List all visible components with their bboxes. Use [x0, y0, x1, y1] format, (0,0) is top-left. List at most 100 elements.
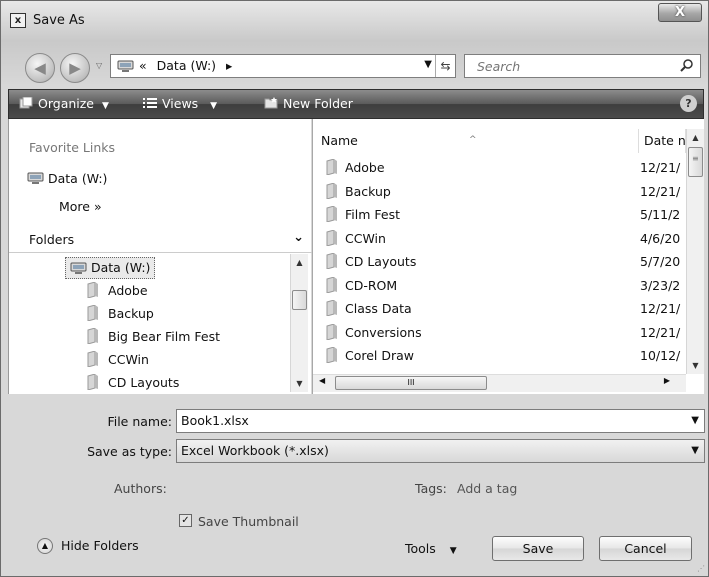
file-name-dropdown-icon[interactable]: ▼ [691, 410, 699, 432]
computer-drive-icon [117, 60, 134, 72]
file-row[interactable]: Backup 12/21/ [313, 180, 686, 203]
folder-icon [87, 305, 98, 321]
tools-menu[interactable]: Tools ▼ [405, 541, 457, 556]
tree-item-label: Backup [108, 306, 154, 321]
scroll-up-icon[interactable]: ▲ [687, 133, 704, 142]
search-input[interactable] [465, 55, 675, 77]
folder-icon [87, 374, 98, 390]
file-name-label: Backup [345, 183, 391, 199]
save-as-type-dropdown-icon[interactable]: ▼ [691, 440, 699, 462]
recent-pages-dropdown-icon[interactable]: ▽ [96, 61, 102, 70]
file-row[interactable]: Adobe 12/21/ [313, 156, 686, 179]
save-thumbnail-checkbox[interactable]: ✓ [179, 514, 192, 527]
search-box[interactable] [464, 54, 701, 78]
file-name-value[interactable]: Book1.xlsx [181, 413, 249, 428]
computer-drive-icon [27, 172, 44, 184]
new-folder-button[interactable]: New Folder [264, 96, 353, 111]
scroll-up-icon[interactable]: ▲ [291, 258, 308, 267]
tree-item-adobe[interactable]: Adobe [86, 280, 148, 302]
scroll-thumb[interactable]: III [335, 376, 487, 390]
file-name-cell[interactable]: CD-ROM [325, 274, 397, 297]
cancel-button[interactable]: Cancel [599, 536, 692, 561]
sort-ascending-icon: ^ [469, 135, 477, 145]
title-bar: x Save As X [1, 1, 708, 41]
file-date-cell: 12/21/ [640, 183, 681, 199]
file-name-cell[interactable]: Corel Draw [325, 344, 414, 367]
file-name-cell[interactable]: Film Fest [325, 203, 400, 226]
scroll-left-icon[interactable]: ◀ [319, 376, 325, 385]
save-thumbnail-label: Save Thumbnail [198, 514, 299, 529]
scroll-thumb[interactable]: ≡ [688, 147, 703, 177]
file-row[interactable]: Corel Draw 10/12/ [313, 344, 686, 367]
tree-item-backup[interactable]: Backup [86, 303, 154, 325]
file-row[interactable]: Film Fest 5/11/2 [313, 203, 686, 226]
tree-item-data-w[interactable]: Data (W:) [65, 257, 156, 279]
folder-tree-scrollbar[interactable]: ▲ ▼ [290, 254, 308, 392]
save-as-dialog-icon: x [10, 13, 26, 28]
close-button[interactable]: X [658, 3, 702, 22]
file-row[interactable]: CCWin 4/6/20 [313, 227, 686, 250]
tags-field[interactable]: Add a tag [457, 481, 517, 496]
save-button[interactable]: Save [492, 536, 584, 561]
address-dropdown-icon[interactable]: ▼ [424, 59, 432, 70]
favorite-link-data-w[interactable]: Data (W:) [27, 171, 107, 186]
file-name-cell[interactable]: Adobe [325, 156, 385, 179]
file-row[interactable]: CD Layouts 5/7/20 [313, 250, 686, 273]
address-location[interactable]: Data (W:) [157, 58, 216, 73]
file-row[interactable]: CD-ROM 3/23/2 [313, 274, 686, 297]
column-header-date-modified[interactable]: Date n [639, 129, 686, 153]
folders-header[interactable]: Folders ⌄ [9, 223, 312, 253]
scroll-down-icon[interactable]: ▼ [291, 379, 308, 388]
scroll-thumb[interactable] [292, 290, 307, 310]
file-name-label: CCWin [345, 230, 386, 246]
file-name-cell[interactable]: CD Layouts [325, 250, 416, 273]
file-name-cell[interactable]: Conversions [325, 321, 422, 344]
address-bar[interactable]: « Data (W:) ▸ ▼ ⇆ [110, 54, 456, 78]
scroll-down-icon[interactable]: ▼ [687, 361, 704, 370]
folders-label: Folders [29, 232, 75, 247]
folder-icon [326, 275, 337, 294]
back-button[interactable]: ◀ [25, 53, 55, 83]
refresh-button[interactable]: ⇆ [435, 55, 455, 77]
tree-item-ccwin[interactable]: CCWin [86, 349, 149, 371]
column-header-name[interactable]: Name ^ [313, 129, 639, 153]
file-date-cell: 12/21/ [640, 160, 681, 175]
file-list-horizontal-scrollbar[interactable]: ◀ III ▶ [313, 374, 686, 392]
address-overflow-chevron[interactable]: « [139, 58, 147, 73]
file-list-scrollbar[interactable]: ▲ ≡ ▼ [686, 129, 704, 374]
file-row[interactable]: Conversions 12/21/ [313, 321, 686, 344]
tags-label: Tags: [415, 481, 447, 496]
views-menu[interactable]: Views ▼ [143, 96, 217, 111]
tree-item-big-bear-film-fest[interactable]: Big Bear Film Fest [86, 326, 220, 348]
forward-button[interactable]: ▶ [60, 53, 90, 83]
file-row[interactable]: Class Data 12/21/ [313, 297, 686, 320]
tools-label: Tools [405, 541, 436, 556]
folder-icon [87, 351, 98, 367]
folder-icon [326, 322, 337, 341]
file-name-cell[interactable]: Backup [325, 180, 391, 203]
help-button[interactable]: ? [680, 95, 697, 112]
folder-icon [326, 158, 337, 176]
file-name-cell[interactable]: CCWin [325, 227, 386, 250]
file-name-cell[interactable]: Class Data [325, 297, 412, 320]
tree-item-label: Adobe [108, 283, 148, 298]
views-label: Views [162, 96, 199, 111]
search-icon[interactable] [680, 58, 694, 72]
resize-grip-icon[interactable]: ⋰ [697, 564, 705, 573]
hide-folders-button[interactable]: ▲ Hide Folders [37, 538, 139, 554]
tree-item-cd-layouts[interactable]: CD Layouts [86, 372, 179, 394]
chevron-down-icon[interactable]: ⌄ [293, 230, 304, 245]
address-chevron-icon[interactable]: ▸ [226, 58, 232, 73]
file-name-label: Adobe [345, 160, 385, 175]
folder-icon [326, 205, 337, 223]
save-as-type-select[interactable]: Excel Workbook (*.xlsx) ▼ [176, 439, 705, 463]
scroll-right-icon[interactable]: ▶ [664, 376, 670, 385]
organize-menu[interactable]: Organize ▼ [19, 96, 109, 111]
organize-dropdown-icon: ▼ [101, 101, 109, 111]
file-name-field[interactable]: Book1.xlsx ▼ [176, 409, 705, 433]
folder-tree: Data (W:) Adobe Backup Big Bear Film Fes… [9, 254, 290, 394]
file-name-label: Conversions [345, 324, 422, 340]
file-date-cell: 3/23/2 [640, 277, 681, 293]
tree-item-label: CD Layouts [108, 375, 180, 390]
more-favorites-link[interactable]: More » [59, 199, 102, 214]
